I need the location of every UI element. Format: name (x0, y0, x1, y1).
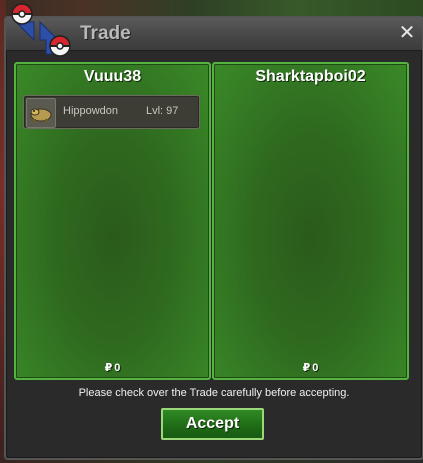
money-amount-left: ₽0 (16, 361, 209, 374)
money-amount-right: ₽0 (214, 361, 407, 374)
hippowdon-sprite-icon (26, 98, 56, 128)
money-value-left: 0 (114, 362, 121, 374)
trade-notice: Please check over the Trade carefully be… (78, 387, 350, 399)
offer-panel-right: Sharktapboi02 ₽0 (212, 62, 409, 380)
pokedollar-icon: ₽ (302, 362, 311, 374)
trade-window: Trade ✕ Vuuu38 Hippowdon Lvl: 97 ₽ 0 Sha… (4, 3, 423, 460)
player-name-right: Sharktapboi02 (255, 68, 366, 85)
item-name: Hippowdon (63, 105, 119, 117)
trade-logo-icon (11, 3, 71, 57)
accept-button[interactable]: Accept (161, 408, 264, 440)
trade-item-slot[interactable]: Hippowdon Lvl: 97 (23, 95, 200, 129)
money-value-right: 0 (312, 362, 319, 374)
close-button[interactable]: ✕ (398, 23, 416, 43)
player-name-left: Vuuu38 (83, 68, 142, 85)
item-level: Lvl: 97 (146, 105, 179, 117)
pokedollar-icon: ₽ (104, 362, 113, 374)
window-title: Trade (80, 23, 131, 44)
offer-panel-left: Vuuu38 Hippowdon Lvl: 97 ₽0 (14, 62, 211, 380)
